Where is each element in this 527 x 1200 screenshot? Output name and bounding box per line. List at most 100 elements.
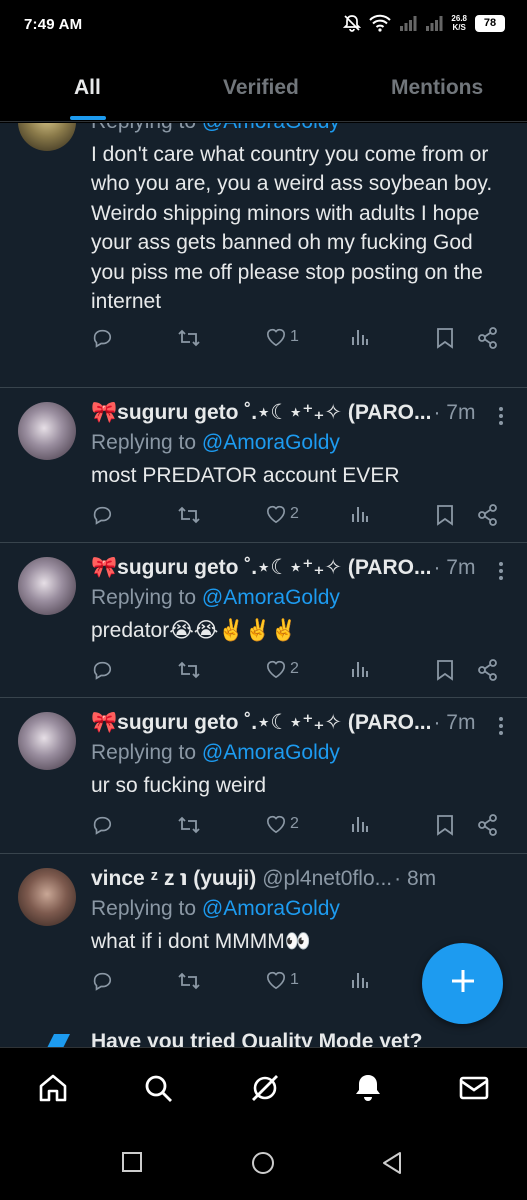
bookmark-button[interactable] bbox=[436, 814, 454, 836]
avatar[interactable] bbox=[18, 123, 76, 151]
author-name[interactable]: vince ᶻ z ℩ (yuuji) bbox=[91, 866, 256, 891]
tweet-actions: 2 bbox=[91, 504, 511, 528]
more-options-icon[interactable] bbox=[499, 562, 505, 583]
like-button[interactable]: 2 bbox=[265, 814, 299, 834]
bookmark-icon bbox=[436, 504, 454, 526]
replying-to-mention[interactable]: @AmoraGoldy bbox=[202, 586, 340, 609]
reply-icon bbox=[91, 970, 113, 992]
like-button[interactable]: 1 bbox=[265, 327, 299, 347]
views-button[interactable] bbox=[350, 504, 370, 524]
messages-nav[interactable] bbox=[456, 1072, 492, 1108]
bookmark-button[interactable] bbox=[436, 327, 454, 349]
views-button[interactable] bbox=[350, 814, 370, 834]
tweet-actions: 2 bbox=[91, 814, 511, 838]
tweet-header: 🎀suguru geto ˚.⋆☾⋆⁺₊✧ (PARO... · 7m bbox=[91, 400, 475, 425]
back-triangle-icon bbox=[381, 1152, 403, 1179]
retweet-button[interactable] bbox=[177, 327, 201, 349]
reply-button[interactable] bbox=[91, 814, 113, 836]
share-button[interactable] bbox=[477, 659, 499, 681]
reply-icon bbox=[91, 659, 113, 681]
reply-button[interactable] bbox=[91, 659, 113, 681]
replying-to-mention[interactable]: @AmoraGoldy bbox=[202, 123, 340, 133]
search-nav[interactable] bbox=[140, 1072, 176, 1108]
tab-all[interactable]: All bbox=[74, 76, 101, 100]
tweet[interactable]: 🎀suguru geto ˚.⋆☾⋆⁺₊✧ (PARO... · 7m Repl… bbox=[0, 698, 527, 854]
retweet-button[interactable] bbox=[177, 970, 201, 992]
like-count: 1 bbox=[290, 971, 299, 988]
recents-button[interactable] bbox=[121, 1151, 143, 1178]
heart-icon bbox=[265, 504, 287, 524]
grok-nav[interactable] bbox=[247, 1072, 283, 1108]
retweet-icon bbox=[177, 504, 201, 526]
retweet-button[interactable] bbox=[177, 659, 201, 681]
share-icon bbox=[477, 327, 499, 349]
circle-icon bbox=[251, 1152, 275, 1179]
status-time: 7:49 AM bbox=[24, 16, 83, 33]
tweet[interactable]: Replying to @AmoraGoldy I don't care wha… bbox=[0, 123, 527, 388]
like-button[interactable]: 2 bbox=[265, 659, 299, 679]
home-system-button[interactable] bbox=[251, 1151, 275, 1180]
share-button[interactable] bbox=[477, 327, 499, 349]
views-button[interactable] bbox=[350, 659, 370, 679]
back-button[interactable] bbox=[381, 1151, 403, 1180]
avatar[interactable] bbox=[18, 557, 76, 615]
home-nav[interactable] bbox=[35, 1072, 71, 1108]
avatar[interactable] bbox=[18, 402, 76, 460]
notifications-nav[interactable] bbox=[350, 1072, 386, 1108]
reply-button[interactable] bbox=[91, 327, 113, 349]
like-count: 2 bbox=[290, 815, 299, 832]
replying-prefix: Replying to bbox=[91, 431, 197, 454]
avatar[interactable] bbox=[18, 868, 76, 926]
reply-icon bbox=[91, 814, 113, 836]
author-name[interactable]: 🎀suguru geto ˚.⋆☾⋆⁺₊✧ (PARO... bbox=[91, 710, 431, 735]
tweet-time: · 7m bbox=[433, 711, 476, 734]
share-button[interactable] bbox=[477, 814, 499, 836]
reply-icon bbox=[91, 504, 113, 526]
views-button[interactable] bbox=[350, 970, 370, 990]
replying-to-mention[interactable]: @AmoraGoldy bbox=[202, 897, 340, 920]
system-navigation bbox=[0, 1127, 527, 1200]
author-name[interactable]: 🎀suguru geto ˚.⋆☾⋆⁺₊✧ (PARO... bbox=[91, 555, 431, 580]
views-icon bbox=[350, 327, 370, 347]
active-tab-indicator bbox=[70, 116, 106, 120]
tab-verified[interactable]: Verified bbox=[223, 76, 299, 100]
bookmark-button[interactable] bbox=[436, 504, 454, 526]
share-icon bbox=[477, 659, 499, 681]
square-icon bbox=[121, 1152, 143, 1177]
like-button[interactable]: 2 bbox=[265, 504, 299, 524]
tweet[interactable]: 🎀suguru geto ˚.⋆☾⋆⁺₊✧ (PARO... · 7m Repl… bbox=[0, 388, 527, 543]
lightning-icon bbox=[44, 1034, 72, 1048]
tweet-text: ur so fucking weird bbox=[91, 774, 267, 797]
views-icon bbox=[350, 504, 370, 524]
bookmark-button[interactable] bbox=[436, 659, 454, 681]
reply-icon bbox=[91, 327, 113, 349]
replying-to: Replying to @AmoraGoldy bbox=[91, 431, 340, 455]
bookmark-icon bbox=[436, 659, 454, 681]
replying-to-mention[interactable]: @AmoraGoldy bbox=[202, 741, 340, 764]
more-options-icon[interactable] bbox=[499, 717, 505, 738]
retweet-icon bbox=[177, 814, 201, 836]
retweet-icon bbox=[177, 659, 201, 681]
author-name[interactable]: 🎀suguru geto ˚.⋆☾⋆⁺₊✧ (PARO... bbox=[91, 400, 431, 425]
grok-icon bbox=[249, 1072, 281, 1109]
views-icon bbox=[350, 659, 370, 679]
like-button[interactable]: 1 bbox=[265, 970, 299, 990]
wifi-icon bbox=[369, 14, 392, 32]
compose-button[interactable] bbox=[422, 943, 503, 1024]
replying-to-mention[interactable]: @AmoraGoldy bbox=[202, 431, 340, 454]
retweet-button[interactable] bbox=[177, 814, 201, 836]
views-button[interactable] bbox=[350, 327, 370, 347]
like-count: 1 bbox=[290, 328, 299, 345]
tab-mentions[interactable]: Mentions bbox=[391, 76, 483, 100]
retweet-button[interactable] bbox=[177, 504, 201, 526]
reply-button[interactable] bbox=[91, 970, 113, 992]
bell-icon bbox=[352, 1072, 384, 1109]
avatar[interactable] bbox=[18, 712, 76, 770]
tweet-header: 🎀suguru geto ˚.⋆☾⋆⁺₊✧ (PARO... · 7m bbox=[91, 710, 475, 735]
reply-button[interactable] bbox=[91, 504, 113, 526]
more-options-icon[interactable] bbox=[499, 407, 505, 428]
tweet[interactable]: 🎀suguru geto ˚.⋆☾⋆⁺₊✧ (PARO... · 7m Repl… bbox=[0, 543, 527, 698]
author-handle: @pl4net0flo... bbox=[262, 867, 393, 890]
tweet-time: · 7m bbox=[433, 556, 476, 579]
share-button[interactable] bbox=[477, 504, 499, 526]
